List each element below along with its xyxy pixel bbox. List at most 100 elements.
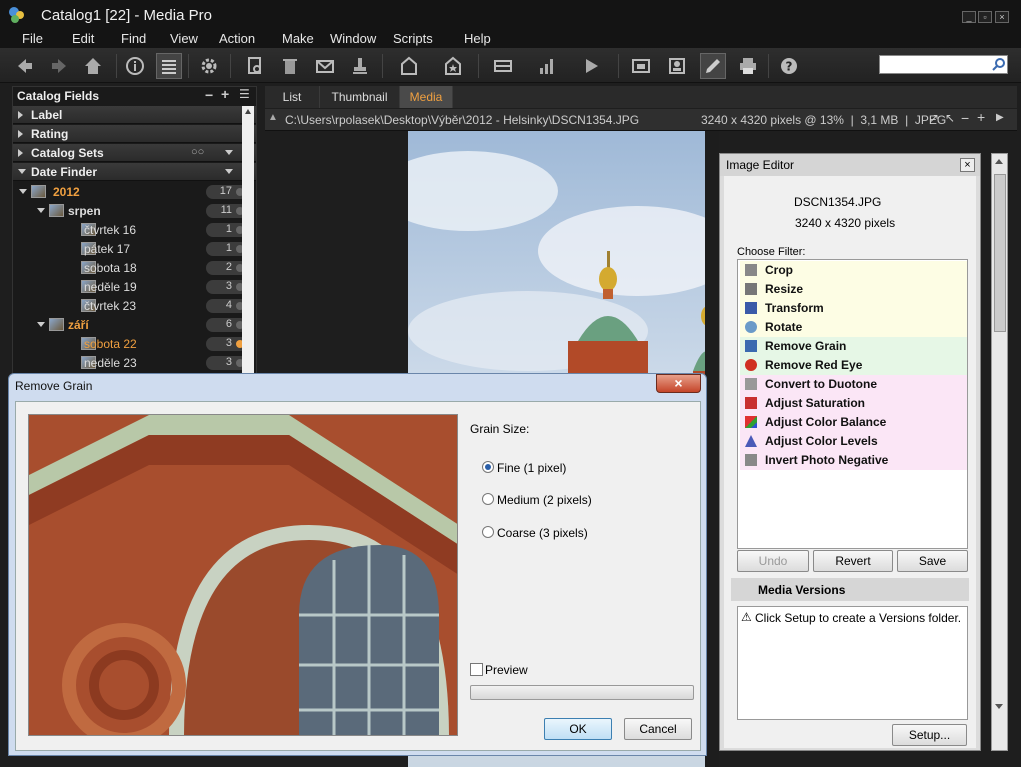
menu-make[interactable]: Make [282, 31, 314, 46]
path-bar: ▲ C:\Users\rpolasek\Desktop\Výběr\2012 -… [265, 109, 1017, 131]
count-value: 4 [225, 299, 232, 311]
link-icon[interactable]: ○○ [191, 146, 204, 158]
menu-find[interactable]: Find [121, 31, 146, 46]
tree-row[interactable]: neděle 19 3 [13, 277, 248, 296]
invert-negative-icon [745, 454, 757, 466]
menu-help[interactable]: Help [464, 31, 491, 46]
save-button[interactable]: Save [897, 550, 968, 572]
menu-view[interactable]: View [170, 31, 198, 46]
filter-item[interactable]: Invert Photo Negative [740, 451, 967, 470]
maximize-button[interactable]: ▫ [978, 11, 992, 23]
help-icon[interactable]: ? [776, 53, 802, 79]
app-icon[interactable] [8, 6, 26, 24]
menu-window[interactable]: Window [330, 31, 376, 46]
radio-fine[interactable] [482, 461, 494, 473]
ribbon-icon[interactable] [490, 53, 516, 79]
search-input[interactable] [879, 55, 1008, 74]
undo-button[interactable]: Undo [737, 550, 809, 572]
menu-file[interactable]: File [22, 31, 43, 46]
radio-medium[interactable] [482, 493, 494, 505]
menu-action[interactable]: Action [219, 31, 255, 46]
image-editor-titlebar: Image Editor × [720, 154, 980, 176]
home-icon[interactable] [80, 53, 106, 79]
tree-row[interactable]: čtvrtek 16 1 [13, 220, 248, 239]
filter-item[interactable]: Adjust Saturation [740, 394, 967, 413]
filter-item[interactable]: Rotate [740, 318, 967, 337]
collapse-triangle-icon[interactable] [37, 322, 45, 327]
play-icon[interactable] [578, 53, 604, 79]
menu-scripts[interactable]: Scripts [393, 31, 433, 46]
menu-edit[interactable]: Edit [72, 31, 94, 46]
tab-list[interactable]: List [265, 86, 320, 108]
forward-arrow-icon[interactable] [46, 53, 72, 79]
left-panel-scrollbar[interactable] [242, 106, 254, 374]
section-label[interactable]: Label [13, 106, 256, 124]
tree-row[interactable]: sobota 18 2 [13, 258, 248, 277]
bar-chart-icon[interactable] [534, 53, 560, 79]
collapse-triangle-icon[interactable] [37, 208, 45, 213]
tree-row[interactable]: neděle 23 3 [13, 353, 248, 372]
editor-scrollbar[interactable] [991, 153, 1008, 751]
search-document-icon[interactable] [242, 53, 268, 79]
revert-button[interactable]: Revert [813, 550, 893, 572]
scrollbar-thumb[interactable] [994, 174, 1006, 332]
filter-item[interactable]: Transform [740, 299, 967, 318]
close-button[interactable]: × [995, 11, 1009, 23]
photo-thumbnail-icon [49, 204, 64, 217]
section-date-finder[interactable]: Date Finder [13, 163, 256, 181]
ok-button[interactable]: OK [544, 718, 612, 740]
setup-button[interactable]: Setup... [892, 724, 967, 746]
star-badge-icon[interactable] [440, 53, 466, 79]
search-icon[interactable] [992, 57, 1006, 71]
dialog-close-icon[interactable]: × [656, 374, 701, 393]
slideshow-icon[interactable] [628, 53, 654, 79]
mail-icon[interactable] [312, 53, 338, 79]
up-arrow-icon[interactable]: ▲ [268, 112, 278, 123]
portrait-icon[interactable] [664, 53, 690, 79]
tree-row[interactable]: čtvrtek 23 4 [13, 296, 248, 315]
filter-icon[interactable] [225, 169, 233, 174]
filter-item[interactable]: Remove Red Eye [740, 356, 967, 375]
options-menu-icon[interactable]: ☰ [239, 87, 250, 101]
tree-row[interactable]: srpen 11 [13, 201, 248, 220]
scissors-icon [745, 264, 757, 276]
printer-icon[interactable] [735, 53, 761, 79]
zoom-in-icon[interactable]: + [977, 109, 985, 125]
tree-row[interactable]: září 6 [13, 315, 248, 334]
filter-item[interactable]: Adjust Color Levels [740, 432, 967, 451]
tab-media[interactable]: Media [400, 86, 453, 108]
add-icon[interactable]: + [221, 86, 229, 102]
filter-item[interactable]: Remove Grain [740, 337, 967, 356]
back-arrow-icon[interactable] [12, 53, 38, 79]
expand-icon[interactable]: ↗ [929, 111, 939, 125]
filter-item[interactable]: Convert to Duotone [740, 375, 967, 394]
close-icon[interactable]: × [960, 158, 975, 172]
collapse-icon[interactable]: − [205, 87, 213, 103]
stamp-icon[interactable] [347, 53, 373, 79]
tree-row[interactable]: 2012 17 [13, 182, 248, 201]
section-rating[interactable]: Rating [13, 125, 256, 143]
list-view-icon[interactable] [156, 53, 182, 79]
filter-item[interactable]: Resize [740, 280, 967, 299]
radio-coarse[interactable] [482, 526, 494, 538]
info-icon[interactable] [122, 53, 148, 79]
filter-item[interactable]: Adjust Color Balance [740, 413, 967, 432]
tree-row[interactable]: pátek 17 1 [13, 239, 248, 258]
trash-icon[interactable] [277, 53, 303, 79]
zoom-out-icon[interactable]: − [961, 110, 969, 126]
viewer-gutter [705, 131, 719, 767]
shrink-icon[interactable]: ↖ [945, 111, 955, 125]
filter-item[interactable]: Crop [740, 261, 967, 280]
minimize-button[interactable]: _ [962, 11, 976, 23]
section-catalog-sets[interactable]: Catalog Sets ○○ [13, 144, 256, 162]
cancel-button[interactable]: Cancel [624, 718, 692, 740]
catalog-home-icon[interactable] [396, 53, 422, 79]
next-icon[interactable]: ▶ [996, 112, 1004, 123]
gear-icon[interactable] [196, 53, 222, 79]
preview-checkbox[interactable] [470, 663, 483, 676]
tab-thumbnail[interactable]: Thumbnail [320, 86, 400, 108]
filter-icon[interactable] [225, 150, 233, 155]
pencil-icon[interactable] [700, 53, 726, 79]
tree-row[interactable]: sobota 22 3 [13, 334, 248, 353]
collapse-triangle-icon[interactable] [19, 189, 27, 194]
